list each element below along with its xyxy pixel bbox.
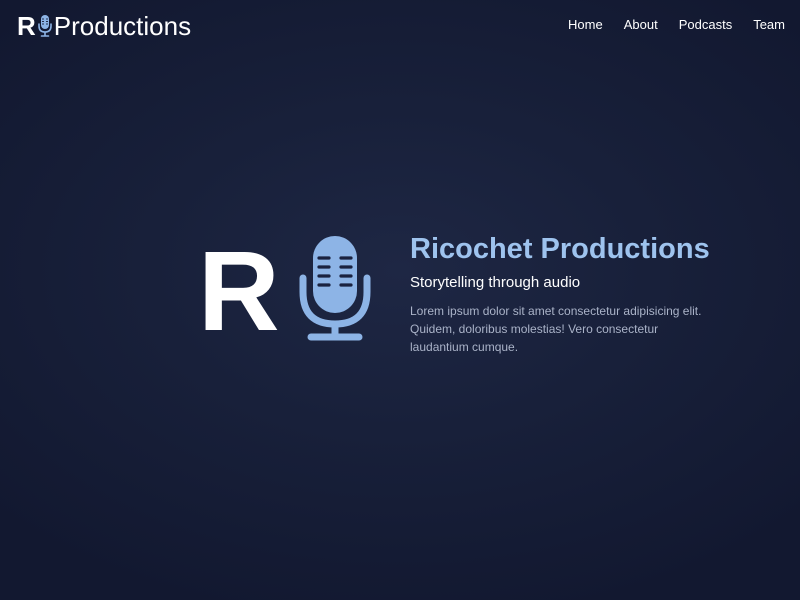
hero-text: Ricochet Productions Storytelling throug… <box>410 232 740 356</box>
main-nav: Home About Podcasts Team <box>547 17 785 33</box>
nav-link-home[interactable]: Home <box>568 17 603 33</box>
brand-logo[interactable]: R Productions <box>17 11 191 41</box>
hero-description: Lorem ipsum dolor sit amet consectetur a… <box>410 304 702 354</box>
hero-subtitle: Storytelling through audio <box>410 274 581 291</box>
hero-logo-letter: R <box>198 228 280 354</box>
brand-logo-letter: R <box>17 11 36 41</box>
microphone-icon <box>299 236 371 341</box>
top-navigation-bar: R Productions Home About Podcasts Team <box>0 0 800 52</box>
hero-logo: R <box>198 228 378 354</box>
nav-link-about[interactable]: About <box>624 17 658 33</box>
nav-link-podcasts[interactable]: Podcasts <box>679 17 732 33</box>
nav-link-team[interactable]: Team <box>753 17 785 33</box>
hero-title: Ricochet Productions <box>410 233 710 265</box>
microphone-icon <box>37 15 52 37</box>
brand-logo-text: Productions <box>53 11 192 41</box>
